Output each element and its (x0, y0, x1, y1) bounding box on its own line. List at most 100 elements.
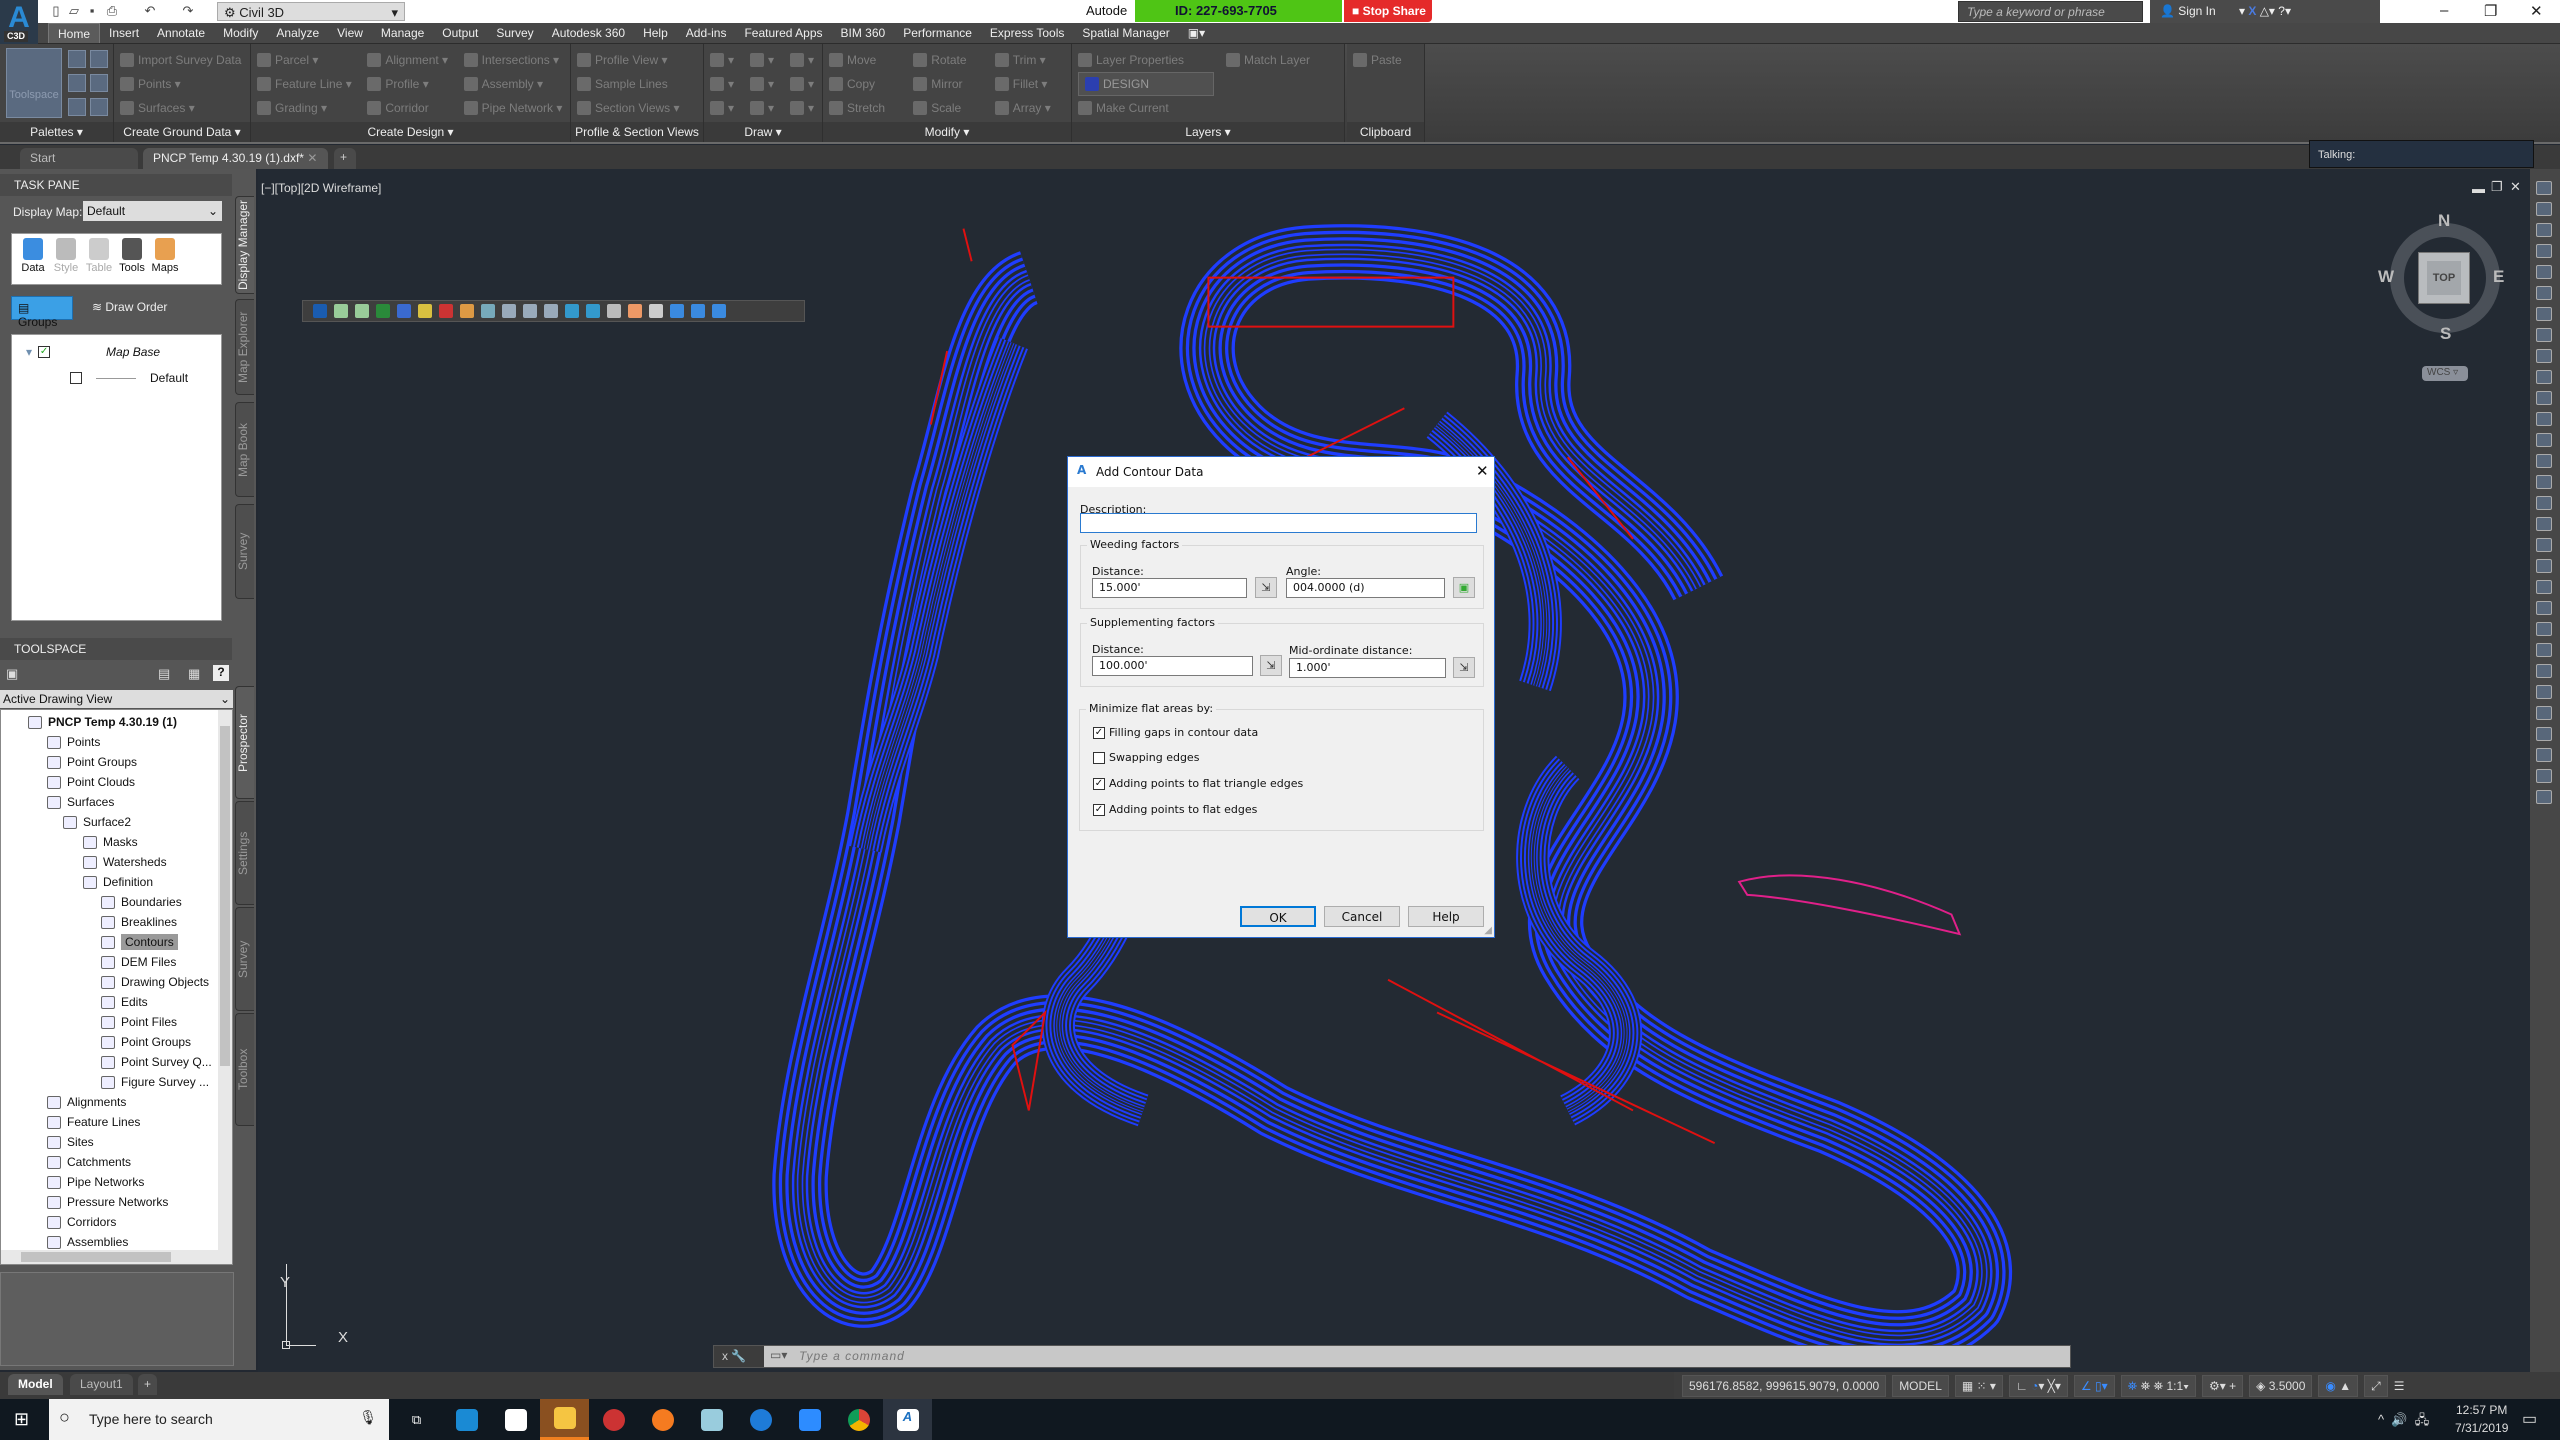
panel-label[interactable]: Layers ▾ (1072, 122, 1344, 142)
taskbar-app-civil3d[interactable]: A (883, 1399, 932, 1440)
ribbon-button-parcel[interactable]: Parcel ▾ (257, 48, 355, 72)
panel-label[interactable]: Create Design ▾ (251, 122, 570, 142)
supplementing-distance-input[interactable]: 100.000' (1092, 656, 1253, 676)
viewport-minimize-icon[interactable]: ▬ (2472, 181, 2485, 196)
tree-item-breaklines[interactable]: Breaklines (101, 913, 177, 931)
ribbon-button-profile[interactable]: Profile ▾ (367, 72, 451, 96)
nav-tool-icon[interactable] (2536, 601, 2552, 615)
map-tool-icon[interactable] (439, 304, 453, 318)
tree-item-pipe-networks[interactable]: Pipe Networks (47, 1173, 144, 1191)
tool-table[interactable]: Table (84, 238, 114, 274)
nav-tool-icon[interactable] (2536, 748, 2552, 762)
taskbar-app-notepad[interactable] (687, 1399, 736, 1440)
panel-label[interactable]: Clipboard (1347, 122, 1424, 142)
map-tool-icon[interactable] (691, 304, 705, 318)
ribbon-button-grading[interactable]: Grading ▾ (257, 96, 355, 120)
tab-output[interactable]: Output (433, 23, 487, 43)
ribbon-button-mirror[interactable]: Mirror (913, 72, 983, 96)
tab-view[interactable]: View (328, 23, 372, 43)
viewcube-top-face[interactable]: TOP (2418, 252, 2470, 304)
map-tool-icon[interactable] (334, 304, 348, 318)
checkbox[interactable] (70, 372, 82, 384)
ribbon-button-profile-view[interactable]: Profile View ▾ (577, 48, 699, 72)
weeding-distance-input[interactable]: 15.000' (1092, 578, 1247, 598)
command-input[interactable]: Type a command (799, 1349, 905, 1363)
tool-tools[interactable]: Tools (117, 238, 147, 274)
panel-label[interactable]: Create Ground Data ▾ (114, 122, 250, 142)
tool-style[interactable]: Style (51, 238, 81, 274)
ribbon-button-alignment[interactable]: Alignment ▾ (367, 48, 451, 72)
taskbar-app-chrome[interactable] (834, 1399, 883, 1440)
customize-icon[interactable]: 🔧 (731, 1349, 746, 1363)
tab-model[interactable]: Model (8, 1374, 63, 1395)
redo-icon[interactable]: ↷ (180, 3, 196, 19)
ortho-polar-icons[interactable]: ∟ ◔▾ ╳▾ (2008, 1374, 2068, 1397)
close-tab-icon[interactable]: ✕ (307, 151, 317, 165)
panel-label[interactable]: Modify ▾ (823, 122, 1071, 142)
nav-tool-icon[interactable] (2536, 727, 2552, 741)
toolspace-button[interactable]: Toolspace (6, 48, 62, 118)
nav-tool-icon[interactable] (2536, 370, 2552, 384)
ribbon-button-copy[interactable]: Copy (829, 72, 901, 96)
map-tool-icon[interactable] (481, 304, 495, 318)
vertical-scrollbar[interactable] (218, 710, 232, 1250)
tab-prospector[interactable]: Prospector (235, 686, 254, 799)
ribbon-button-surfaces[interactable]: Surfaces ▾ (120, 96, 246, 120)
draw-tool-icon[interactable]: ▾ (790, 96, 818, 120)
nav-tool-icon[interactable] (2536, 307, 2552, 321)
notifications-icon[interactable]: ▭ (2522, 1409, 2537, 1429)
ribbon-button-intersections[interactable]: Intersections ▾ (463, 48, 566, 72)
tree-item-alignments[interactable]: Alignments (47, 1093, 126, 1111)
nav-tool-icon[interactable] (2536, 391, 2552, 405)
resize-grip[interactable]: ◢ (1484, 925, 1492, 936)
nav-tool-icon[interactable] (2536, 496, 2552, 510)
map-tool-icon[interactable] (628, 304, 642, 318)
undo-icon[interactable]: ↶ (142, 3, 158, 19)
description-input[interactable] (1080, 513, 1477, 533)
close-command-icon[interactable]: x (722, 1349, 728, 1363)
toolspace-menu-icon[interactable]: ▣ (6, 666, 18, 682)
tab-layout1[interactable]: Layout1 (70, 1374, 133, 1395)
tree-item-pncp-temp-4-30-19-1[interactable]: PNCP Temp 4.30.19 (1) (28, 713, 177, 731)
tab-performance[interactable]: Performance (894, 23, 981, 43)
tab-bim-360[interactable]: BIM 360 (832, 23, 895, 43)
map-tool-icon[interactable] (649, 304, 663, 318)
tab-display-manager[interactable]: Display Manager (235, 196, 254, 294)
new-layout-button[interactable]: + (138, 1374, 158, 1395)
groups-button[interactable]: ▤ Groups (11, 296, 73, 329)
draw-tool-icon[interactable]: ▾ (710, 48, 738, 72)
pick-angle-icon[interactable]: ▣ (1453, 577, 1475, 598)
ribbon-button-make-current[interactable]: Make Current (1078, 96, 1214, 120)
tree-item-masks[interactable]: Masks (83, 833, 138, 851)
tab-start[interactable]: Start (20, 148, 138, 169)
layer-dropdown[interactable]: DESIGN (1078, 72, 1214, 96)
horizontal-scrollbar[interactable] (1, 1250, 232, 1264)
tree-item-contours[interactable]: Contours (101, 933, 178, 951)
compass-south[interactable]: S (2440, 324, 2451, 344)
print-icon[interactable]: ⎙ (104, 3, 120, 19)
toolspace-view-dropdown[interactable]: Active Drawing View ⌄ (0, 690, 233, 708)
grid-icon[interactable]: ▦ ⁙ ▾ (1954, 1374, 2003, 1397)
tab-survey-toolspace[interactable]: Survey (235, 907, 254, 1011)
palette-icon[interactable] (68, 98, 86, 116)
help-icon[interactable]: ? (213, 665, 229, 681)
ribbon-button-array[interactable]: Array ▾ (994, 96, 1067, 120)
model-space-button[interactable]: MODEL (1892, 1374, 1949, 1397)
nav-tool-icon[interactable] (2536, 706, 2552, 720)
fullscreen-icon[interactable]: ⤢ (2364, 1374, 2388, 1397)
tab-home[interactable]: Home (48, 23, 101, 43)
display-map-dropdown[interactable]: Default ⌄ (83, 201, 222, 221)
tree-item-surfaces[interactable]: Surfaces (47, 793, 114, 811)
palette-icon[interactable] (68, 74, 86, 92)
compass-east[interactable]: E (2493, 267, 2504, 287)
nav-tool-icon[interactable] (2536, 580, 2552, 594)
tree-item-catchments[interactable]: Catchments (47, 1153, 131, 1171)
tree-item-corridors[interactable]: Corridors (47, 1213, 116, 1231)
nav-tool-icon[interactable] (2536, 475, 2552, 489)
draw-tool-icon[interactable]: ▾ (750, 72, 778, 96)
midordinate-input[interactable]: 1.000' (1289, 658, 1446, 678)
map-tool-icon[interactable] (607, 304, 621, 318)
draw-tool-icon[interactable]: ▾ (750, 96, 778, 120)
ribbon-button-scale[interactable]: Scale (913, 96, 983, 120)
ucs-dropdown[interactable]: WCS ▿ (2422, 366, 2468, 381)
